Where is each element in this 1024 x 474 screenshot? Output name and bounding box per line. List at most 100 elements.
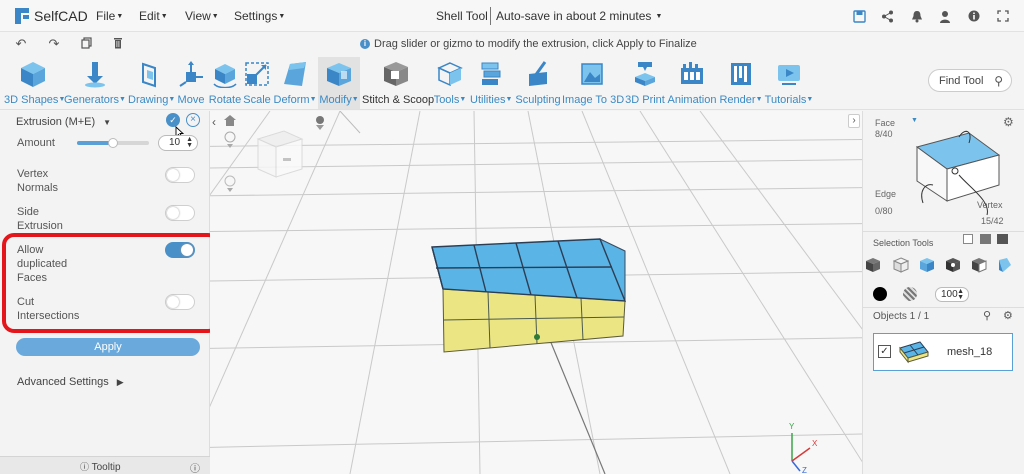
amount-slider-handle[interactable] — [108, 138, 118, 148]
document-title[interactable]: Shell Tool — [436, 9, 488, 23]
vertex-mode-label[interactable]: Vertex — [977, 200, 1003, 210]
select-group-icon[interactable] — [980, 234, 991, 244]
tool-scale[interactable]: Scale — [243, 59, 271, 106]
copy-icon[interactable] — [79, 37, 93, 51]
camera-view-icon[interactable] — [224, 131, 236, 148]
top-view-icon[interactable] — [224, 175, 236, 192]
svg-text:X: X — [812, 439, 818, 448]
info-icon[interactable] — [966, 8, 982, 24]
autosave-status[interactable]: Auto-save in about 2 minutes ▼ — [496, 9, 662, 23]
notification-bell-icon[interactable] — [909, 8, 925, 24]
select-box-icon[interactable] — [963, 234, 973, 244]
close-icon[interactable]: × — [186, 113, 200, 127]
tutorials-icon — [778, 65, 800, 85]
undo-icon[interactable]: ↶ — [14, 37, 28, 51]
face-mode-label[interactable]: Face — [875, 118, 895, 128]
confirm-check-icon[interactable]: ✓ — [166, 113, 180, 127]
user-account-icon[interactable] — [937, 8, 953, 24]
tool-3d-shapes[interactable]: 3D Shapes▼ — [4, 59, 65, 106]
search-icon[interactable]: ⚲ — [994, 74, 1003, 88]
select-face-icon[interactable] — [919, 257, 935, 273]
object-list-item[interactable]: ✓ mesh_18 — [873, 333, 1013, 371]
redo-icon[interactable]: ↷ — [47, 37, 61, 51]
axis-gizmo: Y X Z — [789, 422, 818, 474]
vertex-normals-toggle[interactable] — [165, 167, 195, 183]
tooltip-bar[interactable]: ⓘ Tooltip ⓘ — [0, 456, 210, 474]
gear-icon[interactable]: ⚙ — [1003, 309, 1013, 322]
tool-deform[interactable]: Deform▼ — [272, 59, 318, 106]
tool-stitch-scoop[interactable]: Stitch & Scoop — [362, 59, 434, 106]
vertex-normals-label: Vertex Normals — [17, 168, 58, 194]
save-icon[interactable] — [851, 8, 867, 24]
expand-triangle-icon: ▶ — [116, 377, 124, 387]
share-icon[interactable] — [879, 8, 895, 24]
3d-viewport[interactable]: Y X Z ‹ › — [210, 111, 862, 474]
extrusion-panel-title[interactable]: Extrusion (M+E) ▼ — [16, 116, 111, 128]
hint-text: Drag slider or gizmo to modify the extru… — [374, 38, 697, 50]
select-vertex-icon[interactable] — [971, 257, 987, 273]
selection-mode-diagram[interactable] — [903, 125, 1013, 225]
menu-file[interactable]: File▼ — [96, 9, 123, 23]
tool-tutorials[interactable]: Tutorials▼ — [764, 59, 814, 106]
tool-3d-print[interactable]: 3D Print — [624, 59, 666, 106]
tools-icon — [437, 62, 463, 87]
object-name[interactable]: mesh_18 — [947, 346, 992, 358]
tool-modify[interactable]: Modify▼ — [318, 57, 360, 109]
light-icon[interactable] — [316, 116, 324, 130]
tool-utilities[interactable]: Utilities▼ — [470, 59, 512, 106]
edge-mode-label[interactable]: Edge — [875, 189, 896, 199]
amount-input[interactable]: 10 ▲ ▼ — [158, 135, 198, 151]
tooltip-info-icon: ⓘ — [80, 462, 90, 472]
tool-render[interactable]: Render▼ — [718, 59, 764, 106]
home-view-icon[interactable] — [224, 115, 236, 126]
tool-sculpting[interactable]: Sculpting — [514, 59, 562, 106]
opacity-input[interactable]: 100 ▲ ▼ — [935, 287, 969, 302]
select-wireframe-icon[interactable] — [893, 257, 909, 273]
material-color-swatch[interactable] — [873, 287, 887, 301]
info-hint-icon: i — [360, 39, 370, 49]
deform-icon — [284, 62, 306, 86]
menu-edit[interactable]: Edit▼ — [139, 9, 168, 23]
tool-animation[interactable]: Animation — [666, 59, 718, 106]
collapse-right-panel-icon[interactable]: › — [848, 114, 860, 128]
main-toolbar: 3D Shapes▼ Generators▼ Drawing▼ Move Rot… — [0, 57, 1024, 110]
delete-icon[interactable] — [111, 37, 125, 51]
menu-view[interactable]: View▼ — [185, 9, 219, 23]
object-visibility-checkbox[interactable]: ✓ — [878, 345, 891, 358]
tool-image-to-3d[interactable]: Image To 3D — [562, 59, 624, 106]
svg-text:Y: Y — [789, 422, 795, 431]
tool-move[interactable]: Move — [176, 59, 206, 106]
apply-button[interactable]: Apply — [16, 338, 200, 356]
advanced-settings-toggle[interactable]: Advanced Settings ▶ — [17, 376, 124, 388]
select-grid-icon[interactable] — [997, 234, 1008, 244]
modify-icon — [327, 63, 351, 86]
side-extrusion-toggle[interactable] — [165, 205, 195, 221]
select-edge-icon[interactable] — [945, 257, 961, 273]
menu-settings[interactable]: Settings▼ — [234, 9, 285, 23]
select-object-icon[interactable] — [865, 257, 881, 273]
opacity-stepper-icon[interactable]: ▲ ▼ — [957, 288, 964, 301]
tool-tools[interactable]: Tools▼ — [432, 59, 468, 106]
viewport-canvas[interactable]: Y X Z — [210, 111, 862, 474]
svg-text:Z: Z — [802, 466, 807, 474]
amount-slider[interactable] — [77, 138, 149, 148]
tool-rotate[interactable]: Rotate — [208, 59, 242, 106]
divider — [863, 307, 1024, 308]
tool-drawing[interactable]: Drawing▼ — [128, 59, 175, 106]
search-icon[interactable]: ⚲ — [983, 309, 991, 322]
select-invert-icon[interactable] — [997, 257, 1013, 273]
tool-generators[interactable]: Generators▼ — [64, 59, 126, 106]
fullscreen-icon[interactable] — [995, 8, 1011, 24]
extruded-mesh[interactable] — [431, 238, 627, 353]
find-tool-input[interactable]: Find Tool ⚲ — [928, 69, 1012, 92]
tooltip-help-icon[interactable]: ⓘ — [190, 460, 200, 474]
amount-stepper-icon[interactable]: ▲ ▼ — [186, 136, 193, 149]
objects-count-label: Objects 1 / 1 — [873, 311, 930, 322]
edge-count: 0/80 — [875, 206, 893, 216]
action-bar: ↶ ↷ i Drag slider or gizmo to modify the… — [0, 32, 1024, 57]
collapse-left-panel-icon[interactable]: ‹ — [212, 115, 216, 129]
chevron-down-icon[interactable]: ▼ — [911, 117, 918, 124]
selfcad-logo[interactable]: SelfCAD — [13, 6, 88, 26]
orientation-cube[interactable] — [256, 130, 304, 178]
texture-swatch-icon[interactable] — [903, 287, 917, 301]
